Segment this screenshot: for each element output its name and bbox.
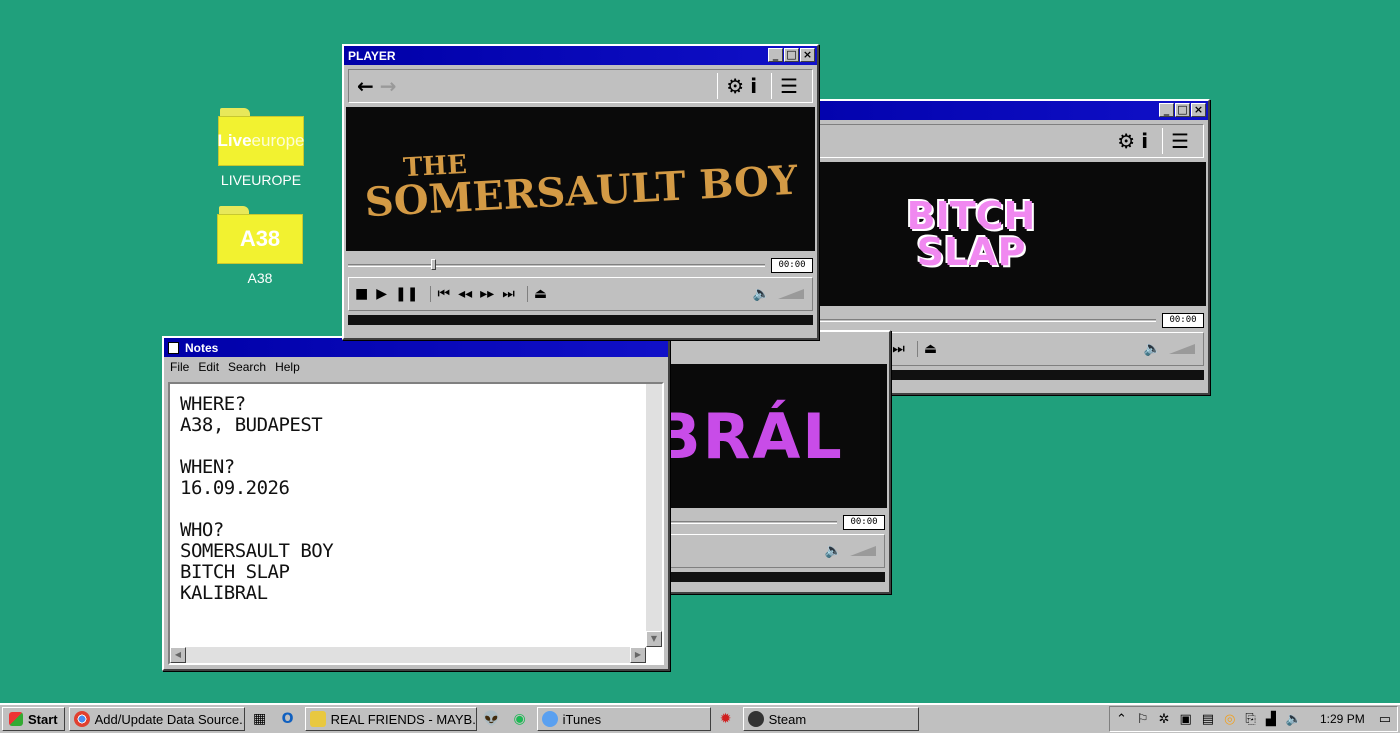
- time-display: 00:00: [771, 257, 813, 273]
- desktop-icon-a38[interactable]: A38 A38: [210, 206, 310, 286]
- fast-forward-icon[interactable]: ▸▸: [480, 286, 494, 302]
- bitch-slap-logo: BITCH SLAP: [906, 193, 1036, 274]
- notes-icon: [168, 341, 179, 354]
- player-toolbar: ← → ⚙ i ☰: [348, 69, 813, 103]
- player-window-main: PLAYER _ □ × ← → ⚙ i ☰ THE SOMERSAULT BO…: [342, 44, 819, 340]
- outlook-icon[interactable]: O: [277, 708, 299, 730]
- time-display: 00:00: [843, 514, 885, 530]
- folder-icon: Live europe: [218, 108, 304, 166]
- play-icon[interactable]: ▶: [376, 286, 387, 302]
- desktop-icon-label: A38: [247, 270, 273, 286]
- volume-slider[interactable]: [1169, 344, 1197, 354]
- seek-bar[interactable]: [348, 258, 765, 270]
- eject-icon[interactable]: ⏏: [534, 286, 547, 302]
- info-icon[interactable]: i: [750, 74, 757, 98]
- grid-app-icon[interactable]: ▦: [249, 708, 271, 730]
- folder-icon: [309, 711, 326, 727]
- title-bar[interactable]: Notes: [164, 338, 668, 357]
- desktop-icon[interactable]: ▭: [1379, 712, 1391, 727]
- signal-icon[interactable]: ▟: [1266, 712, 1276, 727]
- speaker-icon[interactable]: 🔈: [1144, 341, 1161, 357]
- title-bar[interactable]: PLAYER _ □ ×: [344, 46, 817, 65]
- list-icon[interactable]: ▤: [1202, 712, 1214, 727]
- rewind-icon[interactable]: ◂◂: [458, 286, 472, 302]
- usb-icon[interactable]: ⎘: [1245, 712, 1255, 727]
- back-arrow-icon[interactable]: ←: [357, 74, 374, 98]
- gear-icon[interactable]: ⚙: [726, 74, 744, 98]
- desktop-icon-liveurope[interactable]: Live europe LIVEUROPE: [211, 108, 311, 188]
- gear-icon[interactable]: ⚙: [1117, 129, 1135, 153]
- clock[interactable]: 1:29 PM: [1320, 712, 1365, 726]
- chevron-up-icon[interactable]: ⌃: [1116, 712, 1127, 727]
- system-tray: ⌃ ⚐ ✲ ▣ ▤ ◎ ⎘ ▟ 🔈 1:29 PM ▭: [1109, 706, 1398, 732]
- minimize-button[interactable]: _: [768, 48, 783, 62]
- speaker-icon[interactable]: 🔈: [825, 543, 842, 559]
- video-screen[interactable]: THE SOMERSAULT BOY: [346, 107, 815, 251]
- menu-icon[interactable]: ☰: [780, 74, 798, 98]
- monitor-icon[interactable]: ▣: [1179, 712, 1191, 727]
- maximize-button[interactable]: □: [1175, 103, 1190, 117]
- minimize-button[interactable]: _: [1159, 103, 1174, 117]
- scroll-right-button[interactable]: ▶: [630, 647, 646, 663]
- menu-bar: File Edit Search Help: [164, 357, 668, 377]
- volume-icon[interactable]: 🔈: [1286, 712, 1302, 727]
- status-bar: [348, 315, 813, 325]
- menu-search[interactable]: Search: [228, 360, 266, 374]
- time-display: 00:00: [1162, 312, 1204, 328]
- chrome-icon: [73, 711, 90, 727]
- task-itunes[interactable]: iTunes: [536, 707, 711, 731]
- orange-circle-icon[interactable]: ◎: [1224, 712, 1235, 727]
- scroll-down-button[interactable]: ▼: [646, 631, 662, 647]
- scroll-left-button[interactable]: ◀: [170, 647, 186, 663]
- speaker-icon[interactable]: 🔈: [753, 286, 770, 302]
- menu-icon[interactable]: ☰: [1171, 129, 1189, 153]
- steam-icon: [747, 711, 764, 727]
- alien-icon[interactable]: 👽: [481, 708, 503, 730]
- close-button[interactable]: ×: [800, 48, 815, 62]
- task-steam[interactable]: Steam: [742, 707, 919, 731]
- horizontal-scrollbar[interactable]: ◀ ▶: [170, 647, 646, 663]
- menu-file[interactable]: File: [170, 360, 189, 374]
- gear-icon[interactable]: ✲: [1159, 712, 1170, 727]
- info-icon[interactable]: i: [1141, 129, 1148, 153]
- notes-window: Notes File Edit Search Help WHERE? A38, …: [162, 336, 670, 671]
- seek-thumb[interactable]: [431, 258, 437, 270]
- notes-text-area[interactable]: WHERE? A38, BUDAPEST WHEN? 16.09.2026 WH…: [168, 382, 664, 665]
- eject-icon[interactable]: ⏏: [924, 341, 937, 357]
- close-button[interactable]: ×: [1191, 103, 1206, 117]
- somersault-boy-logo: THE SOMERSAULT BOY: [363, 149, 799, 227]
- forward-arrow-icon[interactable]: →: [380, 74, 397, 98]
- desktop-icon-label: LIVEUROPE: [220, 172, 302, 188]
- next-icon[interactable]: ⏭: [502, 286, 515, 302]
- next-icon[interactable]: ⏭: [892, 341, 905, 357]
- vertical-scrollbar[interactable]: ▼: [646, 384, 662, 647]
- menu-edit[interactable]: Edit: [198, 360, 219, 374]
- spotify-icon[interactable]: ◉: [509, 708, 531, 730]
- windows-logo-icon: [9, 712, 23, 726]
- pause-icon[interactable]: ❚❚: [395, 286, 418, 302]
- volume-slider[interactable]: [850, 546, 878, 556]
- notes-content: WHERE? A38, BUDAPEST WHEN? 16.09.2026 WH…: [180, 393, 334, 604]
- task-chrome[interactable]: Add/Update Data Source...: [68, 707, 245, 731]
- splat-icon[interactable]: ✹: [715, 708, 737, 730]
- flag-icon[interactable]: ⚐: [1137, 712, 1149, 727]
- menu-help[interactable]: Help: [275, 360, 300, 374]
- folder-icon: A38: [217, 206, 303, 264]
- task-folder[interactable]: REAL FRIENDS - MAYB...: [304, 707, 477, 731]
- start-button[interactable]: Start: [2, 707, 65, 731]
- itunes-icon: [541, 711, 558, 727]
- controls: ■ ▶ ❚❚ ⏮ ◂◂ ▸▸ ⏭ ⏏ 🔈: [348, 277, 813, 311]
- volume-slider[interactable]: [778, 289, 806, 299]
- previous-icon[interactable]: ⏮: [437, 286, 450, 302]
- taskbar: Start Add/Update Data Source... ▦ O REAL…: [0, 703, 1400, 733]
- stop-icon[interactable]: ■: [355, 286, 368, 302]
- maximize-button[interactable]: □: [784, 48, 799, 62]
